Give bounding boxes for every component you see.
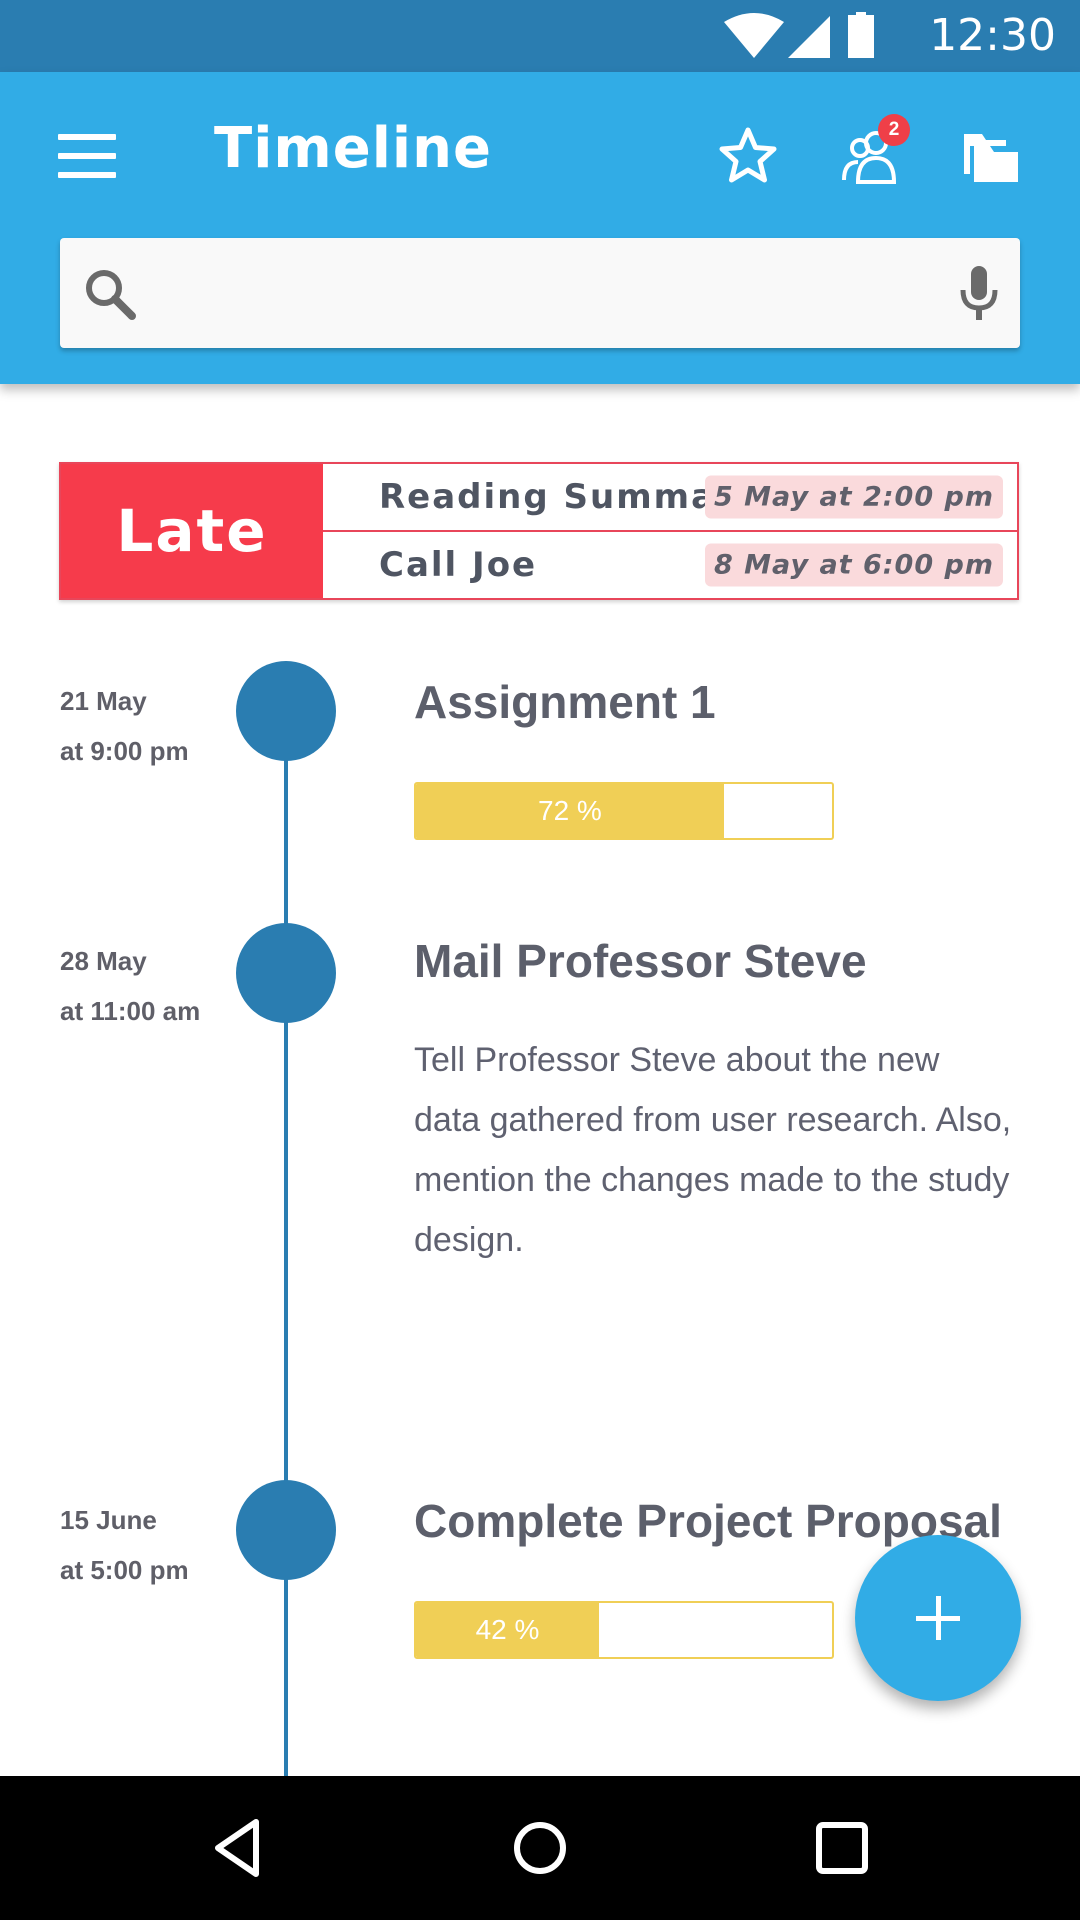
event-title[interactable]: Assignment 1 <box>414 675 716 729</box>
status-bar: 12:30 <box>0 0 1080 72</box>
app-bar: Timeline 2 <box>0 72 1080 384</box>
late-label: Late <box>61 464 323 598</box>
progress-fill: 42 % <box>416 1603 600 1657</box>
star-icon[interactable] <box>716 124 780 188</box>
signal-icon <box>788 16 830 58</box>
event-date-time: at 5:00 pm <box>60 1555 189 1585</box>
search-input[interactable] <box>160 258 924 330</box>
event-date-day: 21 May <box>60 686 147 716</box>
event-description: Tell Professor Steve about the new data … <box>414 1041 1012 1259</box>
back-icon[interactable] <box>204 1812 276 1884</box>
late-item-date: 8 May at 6:00 pm <box>705 543 1003 587</box>
progress-fill: 72 % <box>416 784 724 838</box>
progress-bar: 72 % <box>414 782 834 840</box>
add-icon[interactable] <box>855 1535 1021 1701</box>
menu-icon[interactable] <box>58 134 116 178</box>
timeline-dot[interactable] <box>236 923 336 1023</box>
wifi-icon <box>724 13 784 58</box>
late-item[interactable]: Call Joe 8 May at 6:00 pm <box>323 532 1017 598</box>
folder-icon[interactable] <box>960 124 1024 188</box>
event-date: 28 May at 11:00 am <box>60 936 200 1036</box>
event-title[interactable]: Mail Professor Steve <box>414 934 867 988</box>
late-item-date: 5 May at 2:00 pm <box>705 475 1003 519</box>
search-icon[interactable] <box>82 266 138 322</box>
event-date-day: 28 May <box>60 946 147 976</box>
status-icons <box>724 12 874 58</box>
people-icon[interactable]: 2 <box>838 114 910 188</box>
late-list: Reading Summaries 5 May at 2:00 pm Call … <box>323 464 1017 598</box>
battery-icon <box>848 12 874 58</box>
home-icon[interactable] <box>504 1812 576 1884</box>
page-title: Timeline <box>214 116 492 181</box>
event-date: 21 May at 9:00 pm <box>60 676 189 776</box>
navigation-bar <box>0 1776 1080 1920</box>
search-bar <box>60 238 1020 348</box>
event-date-time: at 9:00 pm <box>60 736 189 766</box>
timeline-dot[interactable] <box>236 1480 336 1580</box>
event-date: 15 June at 5:00 pm <box>60 1495 189 1595</box>
late-item-title: Call Joe <box>379 545 538 585</box>
timeline-dot[interactable] <box>236 661 336 761</box>
status-time: 12:30 <box>929 10 1056 61</box>
late-item[interactable]: Reading Summaries 5 May at 2:00 pm <box>323 464 1017 532</box>
recents-icon[interactable] <box>806 1812 878 1884</box>
late-card: Late Reading Summaries 5 May at 2:00 pm … <box>59 462 1019 600</box>
timeline-line <box>284 700 288 1780</box>
event-date-day: 15 June <box>60 1505 157 1535</box>
event-date-time: at 11:00 am <box>60 996 201 1026</box>
progress-bar: 42 % <box>414 1601 834 1659</box>
notification-badge: 2 <box>878 114 910 146</box>
mic-icon[interactable] <box>958 264 1000 322</box>
